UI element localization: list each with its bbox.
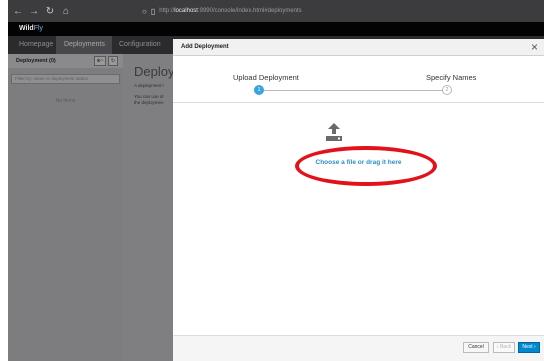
add-deployment-dialog: Add Deployment × Upload Deployment Speci… <box>173 39 544 361</box>
url-rest: :9990/console/index.html#deployments <box>197 8 302 14</box>
nav-configuration[interactable]: Configuration <box>119 36 161 54</box>
forward-arrow-icon[interactable]: → <box>28 6 40 17</box>
url-prefix: http:// <box>159 8 175 14</box>
address-bar[interactable]: ○ ▯ http://localhost:9990/console/index.… <box>142 4 302 18</box>
home-icon[interactable]: ⌂ <box>60 6 72 17</box>
brand-accent: Fly <box>33 25 44 32</box>
highlight-ellipse <box>295 146 437 186</box>
deployment-list-pane: Deployment (0) ⊕~ ↻ Filter by: name or d… <box>8 54 123 361</box>
next-button[interactable]: Next › <box>518 342 540 353</box>
nav-deployments[interactable]: Deployments <box>56 36 112 54</box>
back-arrow-icon[interactable]: ← <box>12 6 24 17</box>
nav-homepage[interactable]: Homepage <box>19 36 53 54</box>
refresh-button[interactable]: ↻ <box>108 56 118 66</box>
step-connector <box>259 90 443 91</box>
brand-bar: WildFly <box>8 22 544 36</box>
cancel-button[interactable]: Cancel <box>463 342 489 353</box>
url-host: localhost <box>174 8 198 14</box>
upload-icon[interactable] <box>326 123 342 141</box>
upload-drop-zone[interactable]: Choose a file or drag it here <box>173 103 544 335</box>
brand-logo[interactable]: WildFly <box>19 25 43 32</box>
dialog-header: Add Deployment × <box>173 39 544 56</box>
step-1-indicator: 1 <box>254 85 264 95</box>
back-button[interactable]: ‹ Back <box>493 342 515 353</box>
deployment-filter-input[interactable]: Filter by: name or deployment status <box>11 74 120 84</box>
content-text-3: the deploymen <box>134 100 164 105</box>
deployment-list-header: Deployment (0) ⊕~ ↻ <box>8 54 123 68</box>
brand-main: Wild <box>19 25 34 32</box>
deployment-list-title: Deployment (0) <box>16 58 56 64</box>
dialog-footer: Cancel ‹ Back Next › <box>173 335 544 361</box>
content-text-1: A deployment r <box>134 83 165 88</box>
shield-icon: ○ <box>142 6 147 16</box>
step-names-label: Specify Names <box>426 73 477 82</box>
empty-list-text: No items <box>55 98 76 104</box>
content-text-2: You can use dr <box>134 94 164 99</box>
browser-toolbar: ← → ↻ ⌂ ○ ▯ http://localhost:9990/consol… <box>8 0 544 22</box>
page-icon: ▯ <box>150 6 156 16</box>
screen: ← → ↻ ⌂ ○ ▯ http://localhost:9990/consol… <box>8 0 544 361</box>
reload-icon[interactable]: ↻ <box>44 6 56 17</box>
step-upload-label: Upload Deployment <box>233 73 299 82</box>
add-deployment-button[interactable]: ⊕~ <box>94 56 106 66</box>
close-icon[interactable]: × <box>531 40 538 54</box>
wizard-steps: Upload Deployment Specify Names 1 2 <box>173 56 544 103</box>
step-2-indicator: 2 <box>442 85 452 95</box>
dialog-title: Add Deployment <box>181 44 229 50</box>
